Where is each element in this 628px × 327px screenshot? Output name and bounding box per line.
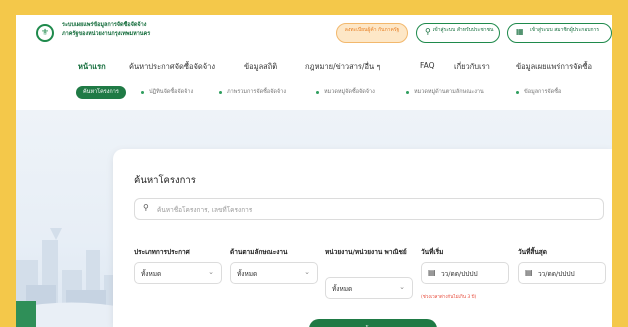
separator-dot bbox=[406, 91, 409, 94]
separator-dot bbox=[316, 91, 319, 94]
start-date-value: วว/ดด/ปปปป bbox=[441, 270, 478, 278]
user-icon: ⚲ bbox=[425, 27, 431, 36]
end-date-value: วว/ดด/ปปปป bbox=[538, 270, 575, 278]
subnav-procurement-data[interactable]: ข้อมูลการจัดซื้อ bbox=[524, 88, 561, 96]
operator-login-button[interactable]: ▦ เข้าสู่ระบบ สมาชิกผู้ประกอบการ bbox=[507, 23, 612, 43]
category-select-value: ทั้งหมด bbox=[237, 270, 258, 278]
subnav-work-type[interactable]: หมวดหมู่ด้านตามลักษณะงาน bbox=[414, 88, 484, 96]
category-select[interactable]: ทั้งหมด ⌄ bbox=[230, 262, 318, 284]
site-title-line2: ภาครัฐของหน่วยงานกรุงเทพมหานคร bbox=[62, 31, 151, 37]
calendar-icon: ▤ bbox=[525, 268, 533, 277]
site-title-line1: ระบบเผยแพร่ข้อมูลการจัดซื้อจัดจ้าง bbox=[62, 22, 147, 28]
search-icon: ⚲ bbox=[143, 203, 149, 212]
calendar-icon: ▤ bbox=[428, 268, 436, 277]
main-nav: หน้าแรก ค้นหาประกาศจัดซื้อจัดจ้าง ข้อมูล… bbox=[16, 57, 612, 77]
search-card: ค้นหาโครงการ ⚲ ค้นหาชื่อโครงการ, เลขที่โ… bbox=[113, 149, 612, 327]
subnav-search-projects[interactable]: ค้นหาโครงการ bbox=[76, 86, 126, 99]
type-select[interactable]: ทั้งหมด ⌄ bbox=[134, 262, 222, 284]
agency-select-value: ทั้งหมด bbox=[332, 285, 353, 293]
start-date-label: วันที่เริ่ม bbox=[421, 248, 444, 256]
sub-nav: ค้นหาโครงการ ปฏิทินจัดซื้อจัดจ้าง ภาพรวม… bbox=[16, 83, 612, 101]
agency-label: หน่วยงาน/หน่วยงาน พาณิชย์ bbox=[325, 248, 407, 256]
type-select-value: ทั้งหมด bbox=[141, 270, 162, 278]
separator-dot bbox=[219, 91, 222, 94]
search-placeholder: ค้นหาชื่อโครงการ, เลขที่โครงการ bbox=[157, 206, 253, 214]
site-header: ⚜ ระบบเผยแพร่ข้อมูลการจัดซื้อจัดจ้าง ภาค… bbox=[16, 15, 612, 55]
search-input[interactable]: ⚲ ค้นหาชื่อโครงการ, เลขที่โครงการ bbox=[134, 198, 604, 220]
date-range-hint: (ช่วงเวลาต่างกันไม่เกิน 3 ปี) bbox=[421, 295, 477, 300]
type-label: ประเภทการประกาศ bbox=[134, 248, 190, 256]
start-date-input[interactable]: ▤ วว/ดด/ปปปป bbox=[421, 262, 509, 284]
separator-dot bbox=[516, 91, 519, 94]
seal-icon[interactable]: ⚜ bbox=[36, 24, 54, 42]
category-label: ด้านตามลักษณะงาน bbox=[230, 248, 288, 256]
nav-law-news[interactable]: กฎหมาย/ข่าวสาร/อื่น ๆ bbox=[305, 61, 381, 73]
nav-home[interactable]: หน้าแรก bbox=[78, 61, 106, 73]
end-date-input[interactable]: ▤ วว/ดด/ปปปป bbox=[518, 262, 606, 284]
nav-faq[interactable]: FAQ bbox=[420, 61, 435, 70]
nav-statistics[interactable]: ข้อมูลสถิติ bbox=[244, 61, 277, 73]
search-button[interactable]: ค้นหา bbox=[309, 319, 437, 327]
citizen-login-button[interactable]: ⚲ เข้าสู่ระบบ สำหรับประชาชน bbox=[416, 23, 500, 43]
chevron-down-icon: ⌄ bbox=[208, 268, 214, 276]
end-date-label: วันที่สิ้นสุด bbox=[518, 248, 547, 256]
nav-procurement-publish[interactable]: ข้อมูลเผยแพร่การจัดซื้อ bbox=[516, 61, 592, 73]
chevron-down-icon: ⌄ bbox=[399, 283, 405, 291]
search-title: ค้นหาโครงการ bbox=[134, 175, 196, 186]
agency-select[interactable]: ทั้งหมด ⌄ bbox=[325, 277, 413, 299]
subnav-overview[interactable]: ภาพรวมการจัดซื้อจัดจ้าง bbox=[227, 88, 286, 96]
separator-dot bbox=[141, 91, 144, 94]
register-button[interactable]: ลงทะเบียนผู้ค้า กับภาครัฐ bbox=[336, 23, 408, 43]
nav-about[interactable]: เกี่ยวกับเรา bbox=[454, 61, 490, 73]
decorative-tree bbox=[16, 301, 36, 327]
subnav-categories[interactable]: หมวดหมู่จัดซื้อจัดจ้าง bbox=[324, 88, 375, 96]
site-title[interactable]: ระบบเผยแพร่ข้อมูลการจัดซื้อจัดจ้าง ภาครั… bbox=[62, 21, 202, 39]
nav-search-announcements[interactable]: ค้นหาประกาศจัดซื้อจัดจ้าง bbox=[129, 61, 215, 73]
app-window: ⚜ ระบบเผยแพร่ข้อมูลการจัดซื้อจัดจ้าง ภาค… bbox=[16, 15, 612, 327]
subnav-calendar[interactable]: ปฏิทินจัดซื้อจัดจ้าง bbox=[149, 88, 193, 96]
building-icon: ▦ bbox=[516, 27, 524, 36]
chevron-down-icon: ⌄ bbox=[304, 268, 310, 276]
